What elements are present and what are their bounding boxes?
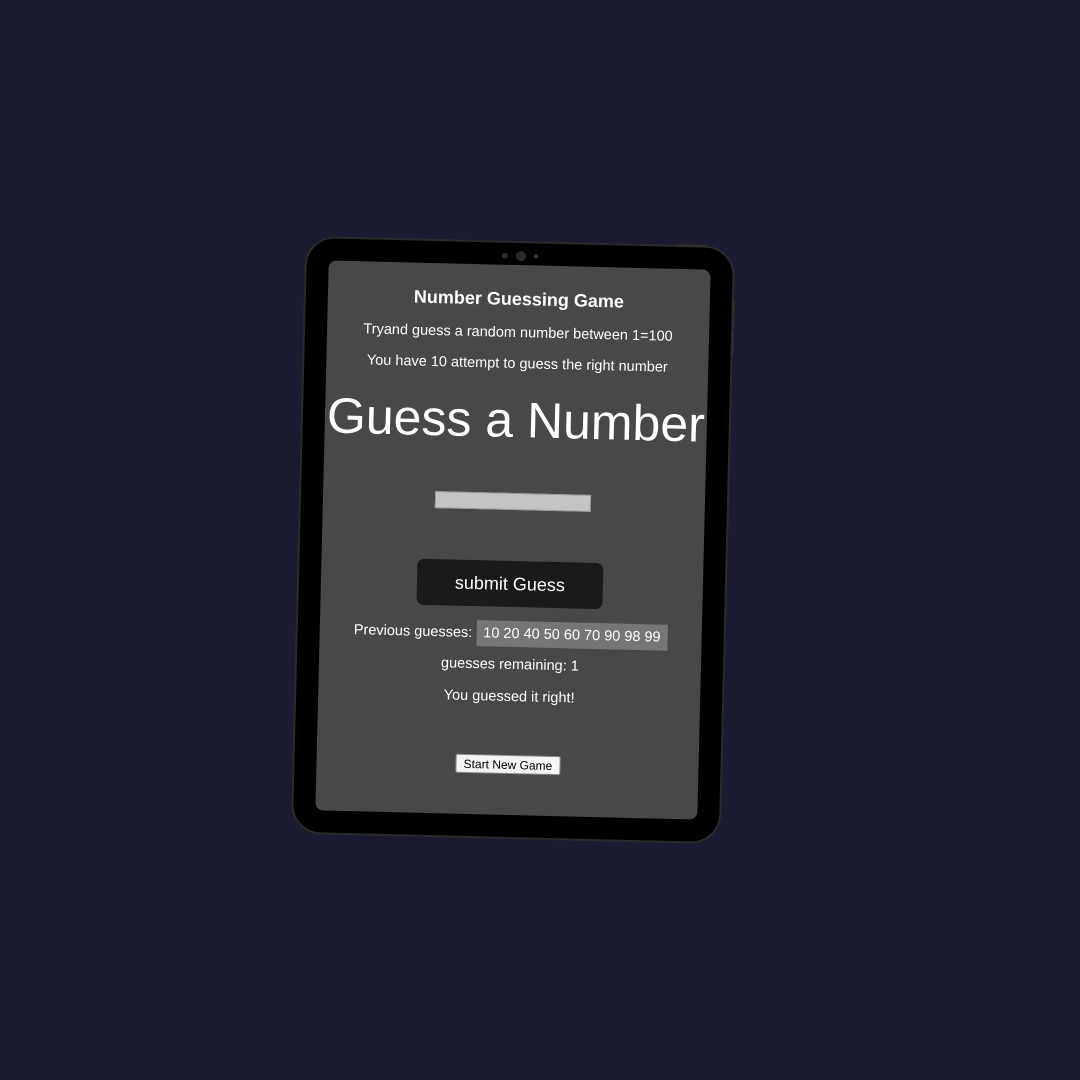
sensor-icon [501, 252, 509, 259]
previous-guesses-label: Previous guesses: [353, 622, 473, 642]
previous-guesses-values: 10 20 40 50 60 70 90 98 99 [475, 620, 668, 651]
light-sensor-icon [533, 254, 538, 259]
guesses-remaining: guesses remaining: 1 [319, 652, 701, 677]
start-new-game-button[interactable]: Start New Game [455, 753, 561, 776]
volume-down-button [730, 330, 735, 357]
guess-input[interactable] [434, 491, 592, 512]
camera-icon [515, 250, 527, 262]
attempts-info-text: You have 10 attempt to guess the right n… [366, 352, 668, 376]
previous-guesses-row: Previous guesses: 10 20 40 50 60 70 90 9… [319, 616, 702, 651]
guesses-remaining-value: 1 [570, 658, 580, 675]
volume-up-button [731, 300, 735, 327]
power-button [677, 243, 708, 248]
app-title: Number Guessing Game [413, 286, 625, 312]
camera-bar [501, 250, 538, 262]
page-background: Number Guessing Game Tryand guess a rand… [0, 0, 1080, 1080]
main-heading: Guess a Number [326, 387, 706, 453]
guesses-remaining-label: guesses remaining: [440, 655, 567, 675]
instruction-text: Tryand guess a random number between 1=1… [363, 321, 673, 345]
tablet-device: Number Guessing Game Tryand guess a rand… [292, 237, 735, 843]
app-screen: Number Guessing Game Tryand guess a rand… [315, 260, 711, 820]
result-message: You guessed it right! [443, 687, 575, 707]
submit-guess-button[interactable]: submit Guess [416, 558, 604, 610]
